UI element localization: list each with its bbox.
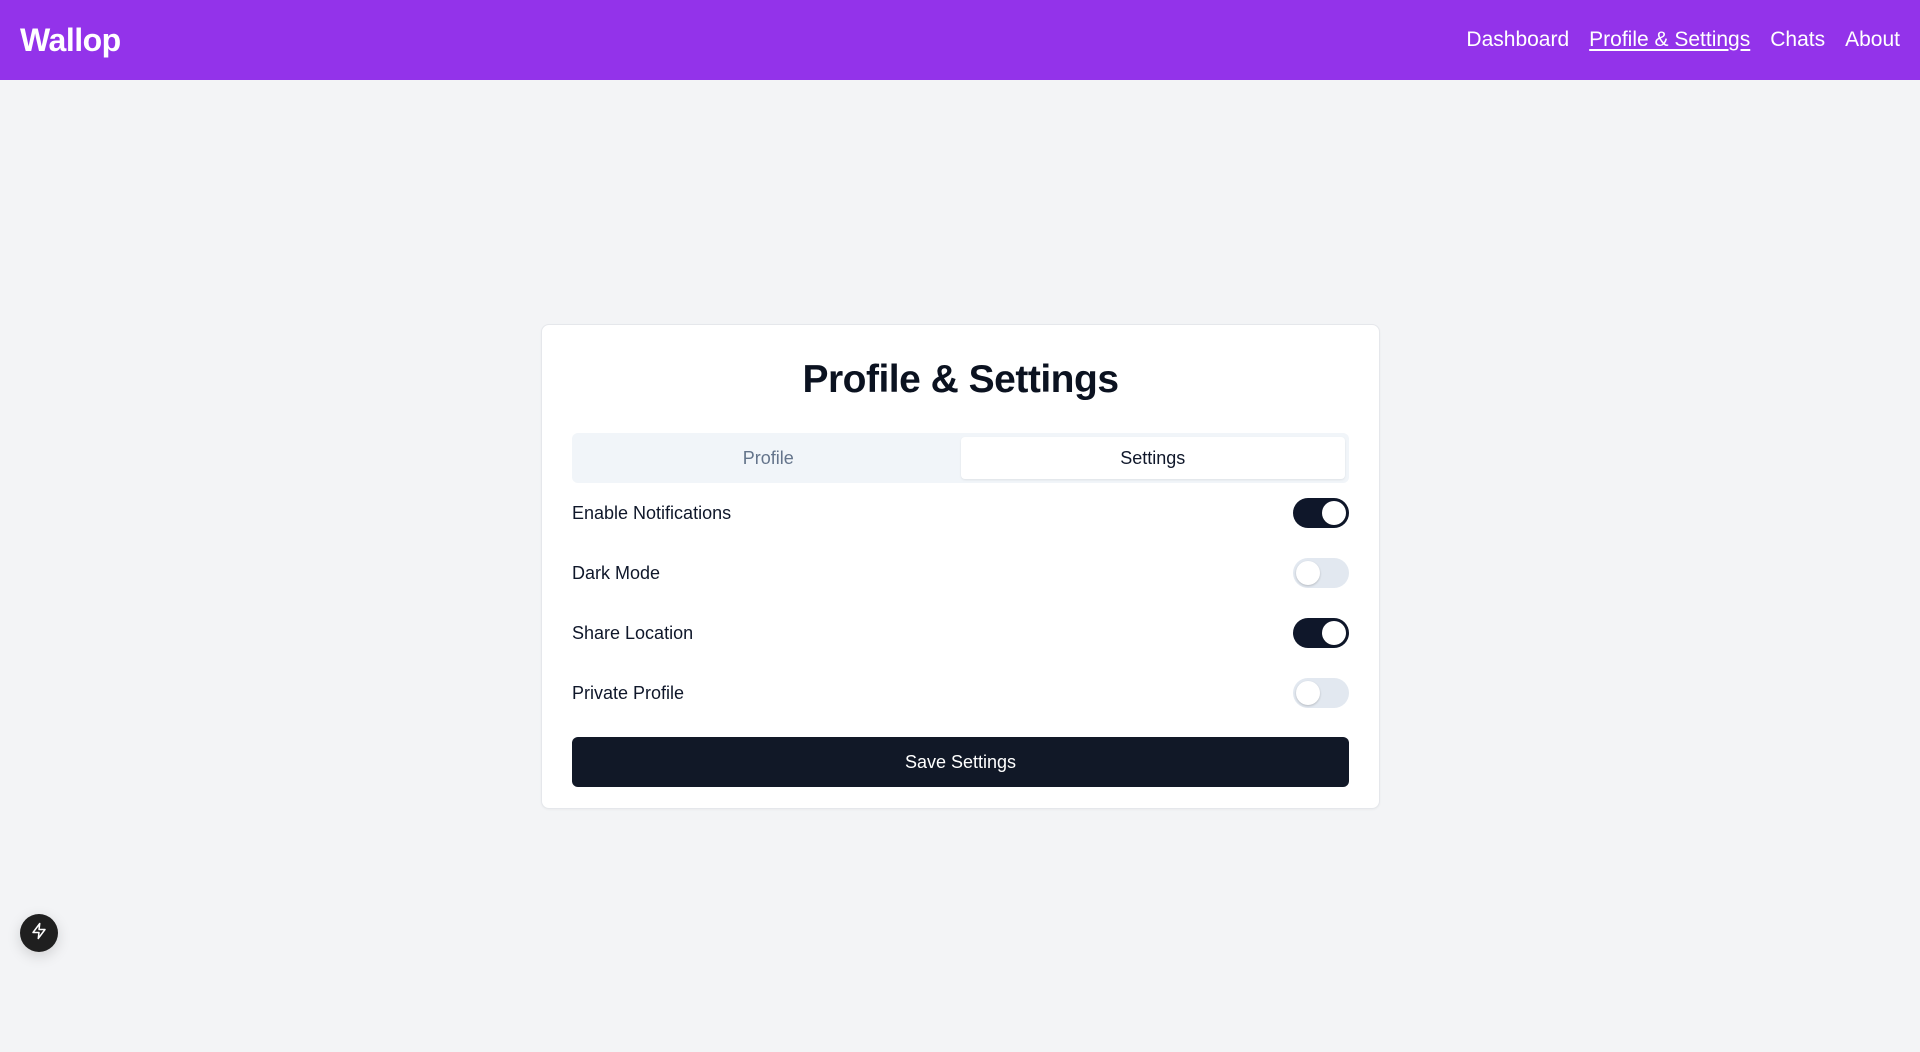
private-profile-toggle[interactable]	[1293, 678, 1349, 708]
notifications-toggle[interactable]	[1293, 498, 1349, 528]
top-navbar: Wallop Dashboard Profile & Settings Chat…	[0, 0, 1920, 80]
nav-link-dashboard[interactable]: Dashboard	[1466, 28, 1569, 52]
setting-label: Enable Notifications	[572, 502, 732, 523]
tab-settings[interactable]: Settings	[960, 437, 1345, 479]
tab-list: Profile Settings	[572, 433, 1349, 483]
dark-mode-toggle[interactable]	[1293, 558, 1349, 588]
nav-link-chats[interactable]: Chats	[1770, 28, 1825, 52]
setting-label: Share Location	[572, 622, 694, 643]
settings-list: Enable Notifications Dark Mode Share Loc…	[572, 483, 1349, 723]
toggle-knob	[1296, 681, 1320, 705]
setting-row-notifications: Enable Notifications	[572, 483, 1349, 543]
brand-logo[interactable]: Wallop	[20, 22, 121, 59]
settings-card: Profile & Settings Profile Settings Enab…	[541, 324, 1380, 809]
share-location-toggle[interactable]	[1293, 618, 1349, 648]
toggle-knob	[1322, 621, 1346, 645]
main-nav: Dashboard Profile & Settings Chats About	[1466, 28, 1900, 52]
toggle-knob	[1296, 561, 1320, 585]
toggle-knob	[1322, 501, 1346, 525]
setting-row-private-profile: Private Profile	[572, 663, 1349, 723]
save-settings-button[interactable]: Save Settings	[572, 737, 1349, 787]
lightning-bolt-icon	[30, 922, 48, 945]
setting-row-share-location: Share Location	[572, 603, 1349, 663]
floating-action-button[interactable]	[20, 914, 58, 952]
nav-link-profile-settings[interactable]: Profile & Settings	[1589, 28, 1750, 52]
setting-label: Private Profile	[572, 682, 685, 703]
tab-profile[interactable]: Profile	[576, 437, 961, 479]
setting-row-dark-mode: Dark Mode	[572, 543, 1349, 603]
nav-link-about[interactable]: About	[1845, 28, 1900, 52]
page-title: Profile & Settings	[802, 358, 1119, 401]
setting-label: Dark Mode	[572, 562, 661, 583]
